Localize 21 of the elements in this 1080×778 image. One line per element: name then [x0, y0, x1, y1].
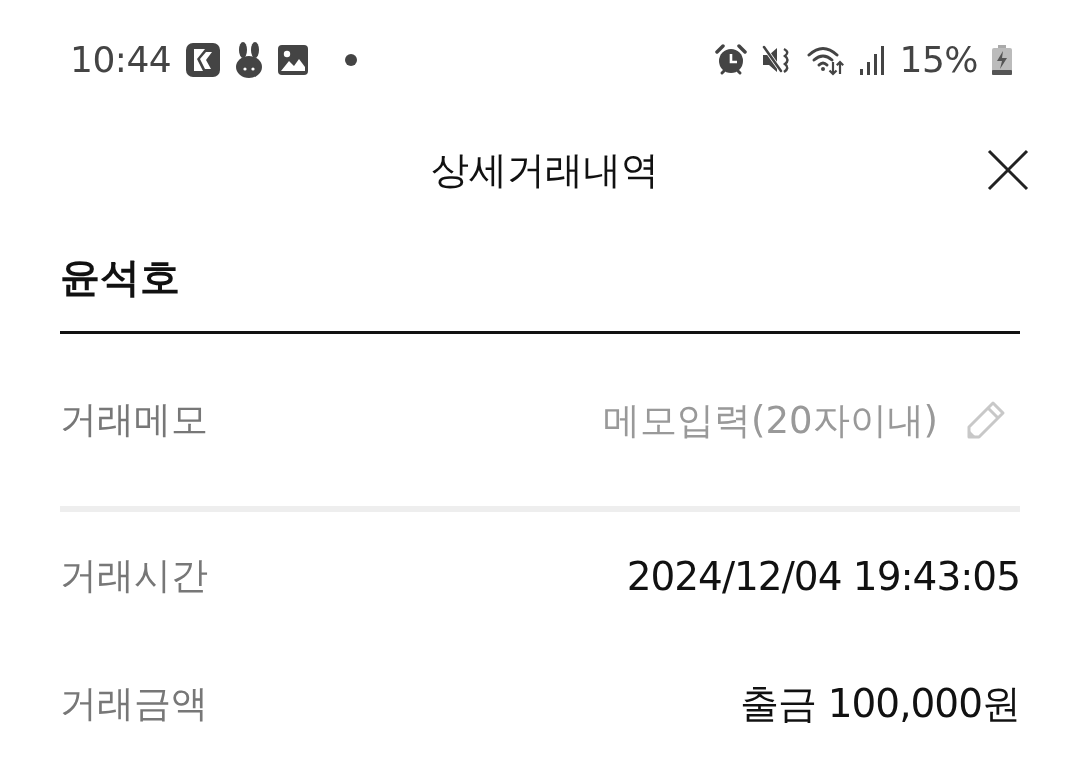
detail-label: 거래금액 — [60, 681, 208, 727]
memo-input-field[interactable]: 메모입력(20자이내) — [538, 398, 938, 442]
battery-charging-icon — [992, 45, 1012, 75]
image-icon — [277, 44, 310, 76]
detail-value: 출금 100,000원 — [740, 680, 1020, 728]
account-name: 윤석호 — [60, 253, 180, 302]
alarm-clock-icon — [715, 44, 748, 76]
pencil-icon — [966, 400, 1006, 440]
status-time: 10:44 — [70, 42, 172, 78]
signal-bars-icon — [859, 45, 886, 75]
app-notification-icon — [185, 42, 222, 78]
battery-percent: 15% — [899, 42, 978, 78]
detail-label: 거래시간 — [60, 553, 208, 599]
memo-label: 거래메모 — [60, 397, 208, 443]
page-title: 상세거래내역 — [431, 146, 659, 194]
rabbit-icon — [235, 42, 264, 78]
detail-value: 2024/12/04 19:43:05 — [626, 553, 1020, 599]
wifi-icon — [807, 44, 846, 76]
close-button[interactable] — [986, 148, 1030, 192]
close-icon — [987, 149, 1029, 191]
notification-dot-icon — [345, 54, 358, 66]
